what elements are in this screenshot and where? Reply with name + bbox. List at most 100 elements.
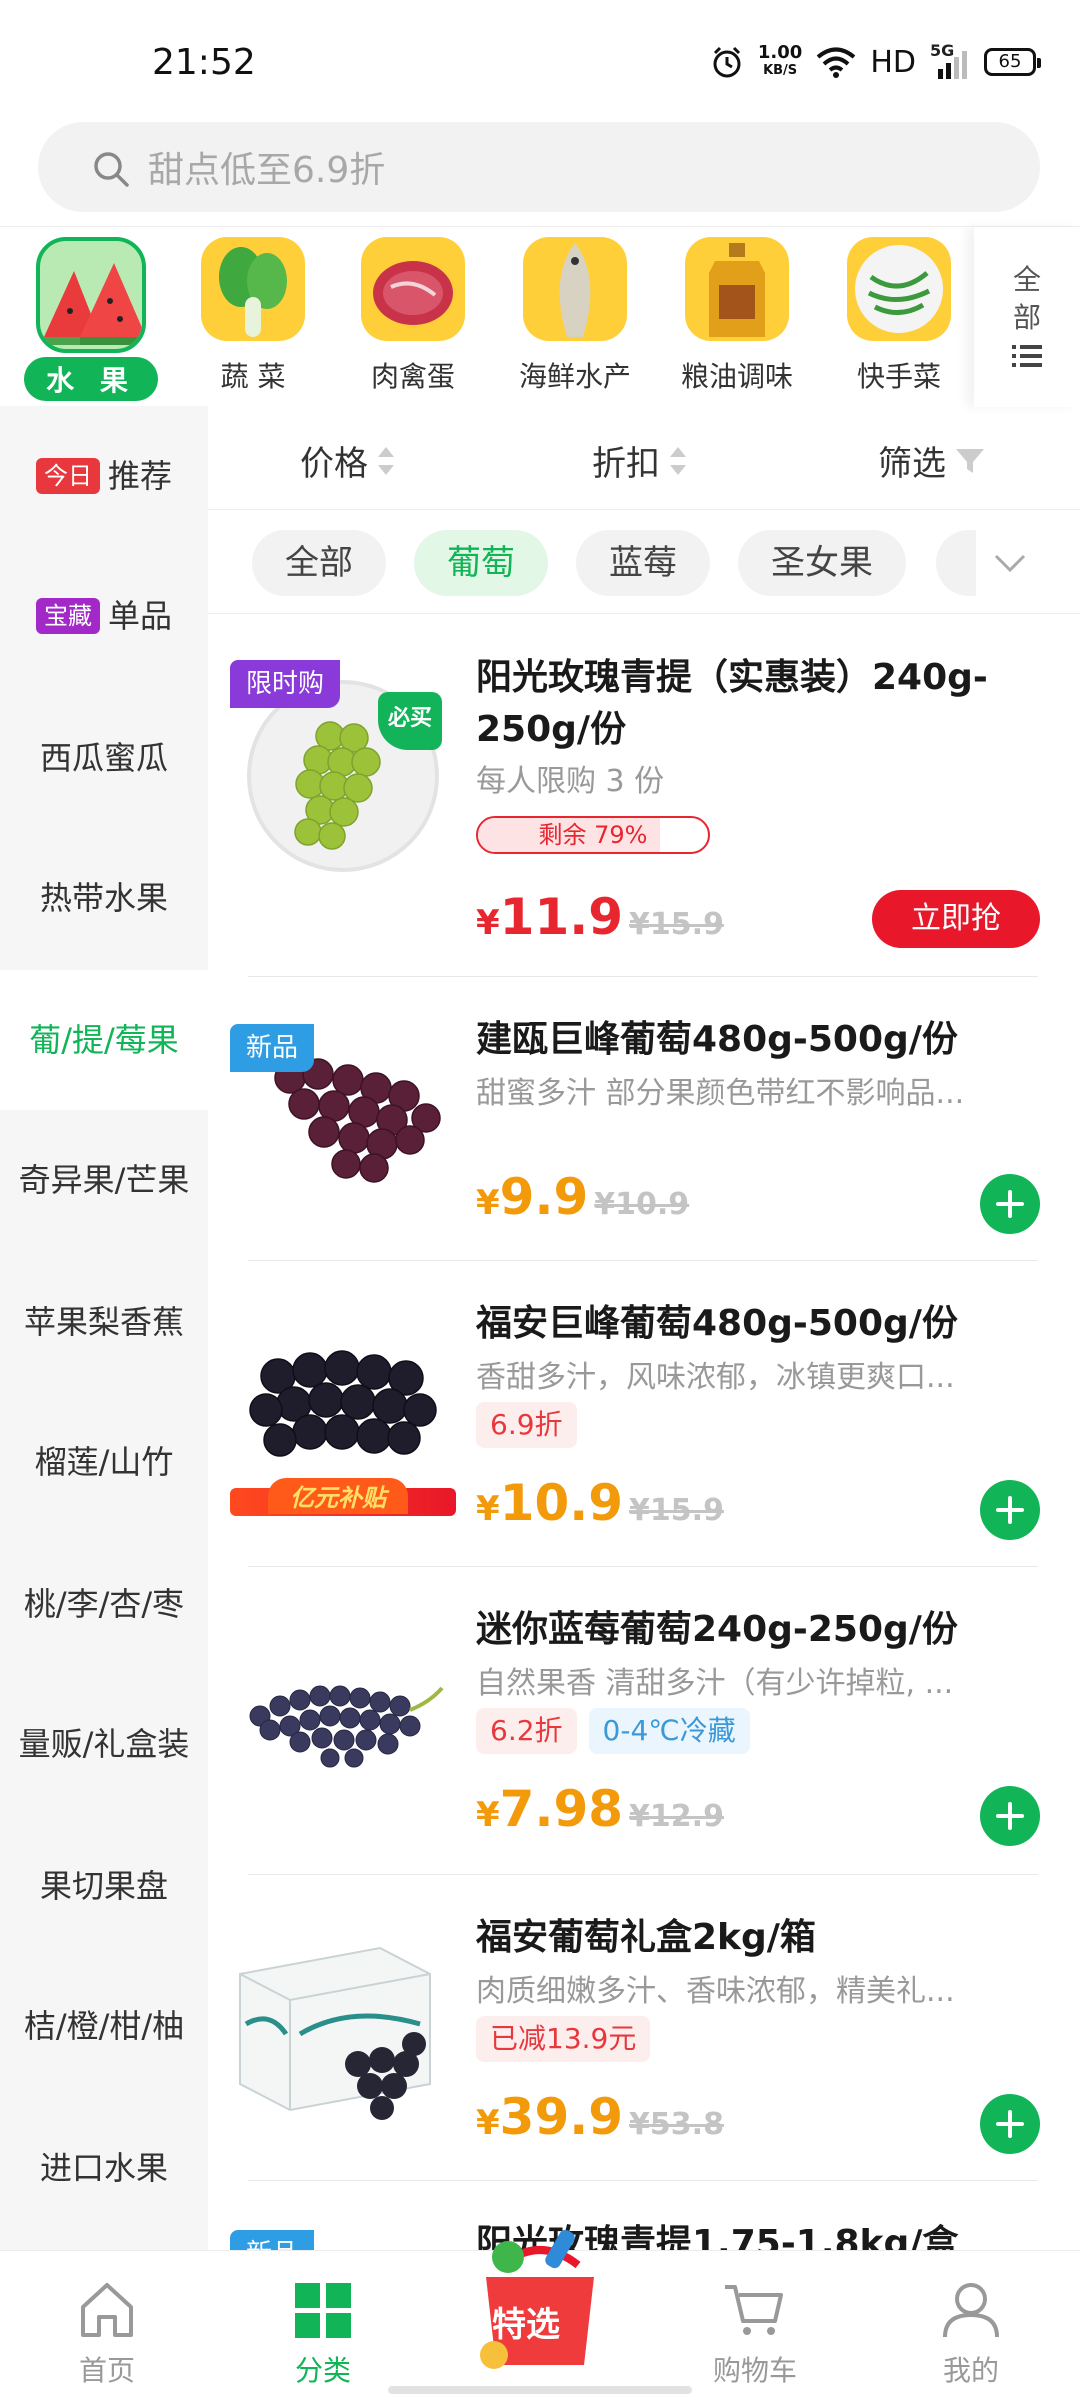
reduction-badge: 已减13.9元 bbox=[476, 2016, 651, 2062]
product-card[interactable]: 迷你蓝莓葡萄240g-250g/份 自然果香 清甜多汁（有少许掉粒, ... 6… bbox=[208, 1566, 1080, 1875]
discount-badge: 6.9折 bbox=[476, 1402, 577, 1448]
product-title: 建瓯巨峰葡萄480g-500g/份 bbox=[476, 1019, 958, 1060]
product-badges: 已减13.9元 bbox=[476, 2016, 651, 2062]
sidebar-item-single[interactable]: 宝藏 单品 bbox=[0, 546, 208, 686]
sort-bar: 价格 折扣 筛选 bbox=[208, 406, 1080, 510]
special-bag-icon bbox=[480, 2229, 594, 2369]
new-tag: 新品 bbox=[230, 1024, 315, 1072]
chevron-down-icon[interactable] bbox=[992, 544, 1028, 580]
search-input[interactable]: 甜点低至6.9折 bbox=[38, 122, 1040, 212]
discount-badge: 6.2折 bbox=[476, 1708, 577, 1754]
product-card[interactable]: 限时购 必买 阳光玫瑰青提（实惠装）240g-250g/份 每人限购 3 份 剩… bbox=[208, 616, 1080, 977]
nav-cart[interactable]: 购物车 bbox=[680, 2281, 830, 2389]
nav-home[interactable]: 首页 bbox=[32, 2281, 182, 2389]
original-price: ¥10.9 bbox=[594, 1187, 690, 1222]
stock-progress-label: 剩余 79% bbox=[538, 821, 648, 849]
chip-grape[interactable]: 葡萄 bbox=[414, 530, 548, 596]
category-label: 快手菜 bbox=[856, 360, 941, 393]
plus-icon bbox=[996, 1802, 1024, 1830]
plus-icon bbox=[996, 2110, 1024, 2138]
product-image bbox=[230, 1914, 456, 2140]
chip-blueberry[interactable]: 蓝莓 bbox=[576, 530, 710, 596]
stock-progress: 剩余 79% bbox=[476, 816, 710, 854]
sort-discount-label: 折扣 bbox=[592, 444, 660, 484]
add-to-cart-button[interactable] bbox=[980, 2094, 1040, 2154]
original-price: ¥15.9 bbox=[629, 1493, 724, 1528]
sidebar-item-label: 推荐 bbox=[107, 457, 172, 495]
net-speed: 1.00 KB/S bbox=[757, 42, 803, 79]
product-card[interactable]: 新品 建瓯巨峰葡萄480g-500g/份 甜蜜多汁 部分果颜色带红不影响品...… bbox=[208, 976, 1080, 1261]
search-icon bbox=[94, 152, 129, 187]
nav-label: 分类 bbox=[294, 2354, 351, 2387]
product-price: ¥10.9 ¥15.9 bbox=[476, 1474, 724, 1532]
chip-cherry-tomato[interactable]: 圣女果 bbox=[738, 530, 906, 596]
add-to-cart-button[interactable] bbox=[980, 1174, 1040, 1234]
sidebar-item-recommend[interactable]: 今日 推荐 bbox=[0, 406, 208, 546]
category-strip: 水 果 蔬 菜 肉禽蛋 海鲜水产 粮油调味 快手菜 全部 bbox=[0, 226, 1080, 407]
category-quick-dish[interactable]: 快手菜 bbox=[824, 237, 974, 395]
sidebar-item-bulk-gift[interactable]: 量贩/礼盒装 bbox=[0, 1674, 208, 1814]
add-to-cart-button[interactable] bbox=[980, 1786, 1040, 1846]
category-label: 粮油调味 bbox=[680, 360, 793, 393]
sidebar-item-peach-plum[interactable]: 桃/李/杏/枣 bbox=[0, 1534, 208, 1674]
home-icon bbox=[81, 2283, 133, 2337]
category-label: 水 果 bbox=[24, 357, 158, 401]
sidebar-item-citrus[interactable]: 桔/橙/柑/柚 bbox=[0, 1956, 208, 2096]
sidebar-item-kiwi-mango[interactable]: 奇异果/芒果 bbox=[0, 1110, 208, 1250]
category-label: 蔬 菜 bbox=[220, 360, 286, 393]
sidebar-item-fruit-platter[interactable]: 果切果盘 bbox=[0, 1816, 208, 1956]
wifi-icon bbox=[817, 47, 856, 78]
category-vegetable[interactable]: 蔬 菜 bbox=[178, 237, 328, 395]
battery-icon: 65 bbox=[984, 48, 1041, 76]
hd-indicator: HD bbox=[870, 44, 916, 80]
sidebar-item-apple-pear-banana[interactable]: 苹果梨香蕉 bbox=[0, 1252, 208, 1392]
today-badge: 今日 bbox=[35, 458, 100, 494]
category-fruit[interactable]: 水 果 bbox=[16, 237, 166, 401]
status-icons: 1.00 KB/S HD 5G 65 bbox=[710, 40, 1041, 84]
product-image bbox=[230, 1606, 456, 1832]
alarm-icon bbox=[713, 46, 741, 78]
sidebar-item-imported[interactable]: 进口水果 bbox=[0, 2098, 208, 2238]
buy-now-button[interactable]: 立即抢 bbox=[872, 890, 1040, 948]
nav-label: 首页 bbox=[78, 2354, 135, 2387]
home-indicator[interactable] bbox=[388, 2386, 692, 2394]
nav-category[interactable]: 分类 bbox=[248, 2281, 398, 2389]
nav-profile[interactable]: 我的 bbox=[896, 2281, 1046, 2389]
category-meat[interactable]: 肉禽蛋 bbox=[338, 237, 488, 395]
must-buy-badge: 必买 bbox=[378, 692, 442, 750]
chip-all[interactable]: 全部 bbox=[252, 530, 386, 596]
add-to-cart-button[interactable] bbox=[980, 1480, 1040, 1540]
list-icon bbox=[1012, 345, 1042, 367]
watermelon-image bbox=[36, 237, 146, 353]
cold-storage-badge: 0-4℃冷藏 bbox=[588, 1708, 750, 1754]
sidebar-item-durian[interactable]: 榴莲/山竹 bbox=[0, 1392, 208, 1532]
category-label: 海鲜水产 bbox=[518, 360, 631, 393]
original-price: ¥15.9 bbox=[629, 907, 724, 942]
new-tag: 新品 bbox=[230, 2230, 315, 2250]
bok-choy-image bbox=[201, 237, 305, 341]
sidebar-item-tropical[interactable]: 热带水果 bbox=[0, 828, 208, 968]
product-card[interactable]: 亿元补贴 福安巨峰葡萄480g-500g/份 香甜多汁，风味浓郁，冰镇更爽口..… bbox=[208, 1260, 1080, 1567]
sort-price[interactable]: 价格 bbox=[300, 436, 396, 485]
product-card[interactable]: 福安葡萄礼盒2kg/箱 肉质细嫩多汁、香味浓郁，精美礼... 已减13.9元 ¥… bbox=[208, 1874, 1080, 2181]
category-grain-oil[interactable]: 粮油调味 bbox=[662, 237, 812, 395]
oil-bottle-image bbox=[685, 237, 789, 341]
filter-icon bbox=[956, 448, 984, 473]
nav-label: 我的 bbox=[942, 2354, 999, 2387]
product-desc: 甜蜜多汁 部分果颜色带红不影响品... bbox=[476, 1076, 965, 1111]
sidebar-item-grape-berry[interactable]: 葡/提/莓果 bbox=[0, 970, 208, 1110]
dish-image bbox=[847, 237, 951, 341]
nav-special[interactable]: 特选 bbox=[472, 2215, 608, 2375]
nav-label: 购物车 bbox=[712, 2354, 797, 2387]
profile-icon bbox=[943, 2283, 999, 2338]
category-seafood[interactable]: 海鲜水产 bbox=[500, 237, 650, 395]
fish-image bbox=[523, 237, 627, 341]
sort-discount[interactable]: 折扣 bbox=[592, 436, 688, 485]
all-categories-button[interactable]: 全部 bbox=[974, 227, 1080, 407]
signal-icon: 5G bbox=[930, 41, 970, 79]
original-price: ¥53.8 bbox=[629, 2107, 724, 2142]
sort-filter[interactable]: 筛选 bbox=[878, 436, 986, 485]
product-price: ¥7.98 ¥12.9 bbox=[476, 1780, 724, 1838]
sidebar-item-melon[interactable]: 西瓜蜜瓜 bbox=[0, 688, 208, 828]
product-card[interactable]: 新品 阳光玫瑰青提1.75-1.8kg/盒 bbox=[208, 2180, 1080, 2250]
